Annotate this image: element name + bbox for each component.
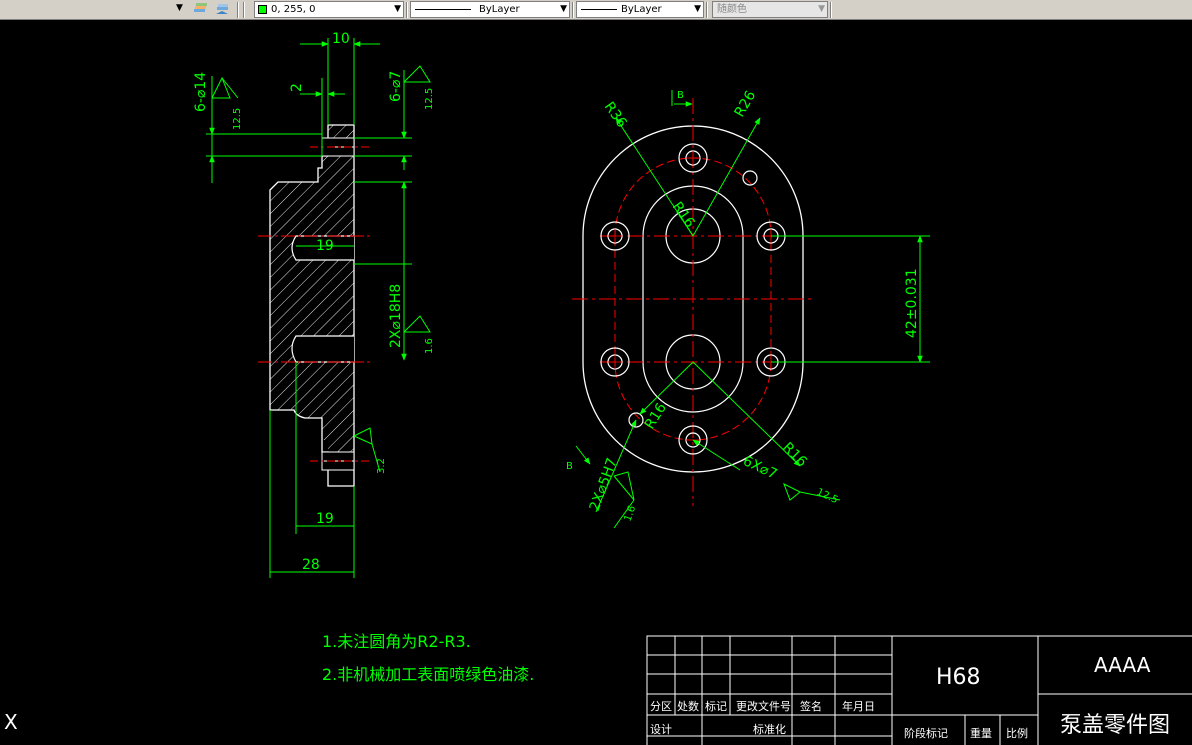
plotstyle-value: 随颜色 [717, 4, 747, 15]
tb-weight: 重量 [970, 726, 992, 740]
tb-header-3: 更改文件号 [736, 699, 791, 713]
dim-bore: 2X⌀18H8 [388, 284, 404, 348]
tb-material: H68 [936, 665, 981, 690]
dim-center-distance: 42±0.031 [904, 268, 920, 338]
front-view [572, 98, 812, 506]
tb-design: 设计 [650, 723, 672, 736]
dim-depth-19-upper: 19 [316, 238, 334, 254]
tb-header-2: 标记 [705, 699, 727, 713]
tb-header-5: 年月日 [842, 699, 875, 713]
layer-previous-icon[interactable] [214, 1, 230, 18]
rough-3-2: 3.2 [376, 458, 387, 474]
plotstyle-combo: 随颜色 ▼ [712, 1, 828, 18]
layer-states-icon[interactable] [192, 1, 208, 18]
layer-dropdown-arrow[interactable]: ▼ [176, 1, 188, 18]
dim-hole-7: 6-⌀7 [388, 71, 404, 102]
tb-stage-mark: 阶段标记 [904, 726, 948, 740]
tb-header-0: 分区 [650, 700, 672, 713]
rough-front-1-6: 1.6 [622, 504, 638, 523]
toolbar-separator [237, 2, 239, 18]
dim-r16-right: R16 [779, 440, 810, 471]
dim-depth-19-lower: 19 [316, 511, 334, 527]
linetype-value: ByLayer [479, 4, 520, 15]
dim-top-width: 10 [332, 31, 350, 47]
chevron-down-icon: ▼ [818, 4, 825, 14]
note-line-1: 1.未注圆角为R2-R3. [322, 632, 471, 651]
drawing-canvas[interactable]: 10 2 6-⌀14 12.5 6-⌀7 12.5 19 2X⌀18H8 1.6… [0, 20, 1192, 745]
rough-12-5-b: 12.5 [424, 88, 435, 110]
linetype-preview [415, 9, 471, 10]
section-b-bottom: B [566, 461, 573, 472]
dim-step: 2 [289, 83, 305, 92]
note-line-2: 2.非机械加工表面喷绿色油漆. [322, 665, 534, 684]
section-hatch [270, 125, 354, 452]
color-swatch-icon [258, 5, 267, 14]
rough-1-6: 1.6 [424, 338, 435, 354]
toolbar-separator [706, 2, 708, 18]
section-b-top: B [677, 90, 684, 101]
toolbar-separator [243, 2, 245, 18]
rough-front-12-5: 12.5 [815, 487, 840, 506]
toolbar-separator [572, 2, 574, 18]
chevron-down-icon: ▼ [394, 4, 401, 14]
lineweight-combo[interactable]: ByLayer ▼ [576, 1, 704, 18]
rough-12-5-a: 12.5 [232, 108, 243, 130]
toolbar-separator [406, 2, 408, 18]
tb-header-4: 签名 [800, 699, 822, 713]
color-combo[interactable]: 0, 255, 0 ▼ [254, 1, 404, 18]
lineweight-preview [581, 9, 617, 10]
tb-company: AAAA [1094, 653, 1151, 677]
tb-scale: 比例 [1006, 726, 1028, 740]
tb-standard: 标准化 [753, 722, 786, 736]
lineweight-value: ByLayer [621, 4, 662, 15]
chevron-down-icon: ▼ [694, 4, 701, 14]
dim-pin-holes: 2X⌀5H7 [587, 456, 621, 513]
dim-r36: R36 [601, 99, 630, 131]
tb-header-1: 处数 [677, 700, 699, 713]
dim-hole-14: 6-⌀14 [193, 72, 209, 112]
dim-r26: R26 [732, 88, 760, 120]
ucs-x-label: X [4, 710, 18, 734]
dim-holes-6x7: 6X⌀7 [740, 453, 779, 483]
chevron-down-icon: ▼ [560, 4, 567, 14]
toolbar-separator [830, 2, 832, 18]
dim-r16-left: R16 [642, 400, 670, 432]
color-value: 0, 255, 0 [271, 4, 316, 15]
dim-overall-28: 28 [302, 557, 320, 573]
tb-part-name: 泵盖零件图 [1060, 713, 1170, 738]
linetype-combo[interactable]: ByLayer ▼ [410, 1, 570, 18]
side-section-view [258, 124, 370, 487]
properties-toolbar: ▼ 0, 255, 0 ▼ ByLayer ▼ ByLayer ▼ 随颜色 ▼ [0, 0, 1192, 20]
